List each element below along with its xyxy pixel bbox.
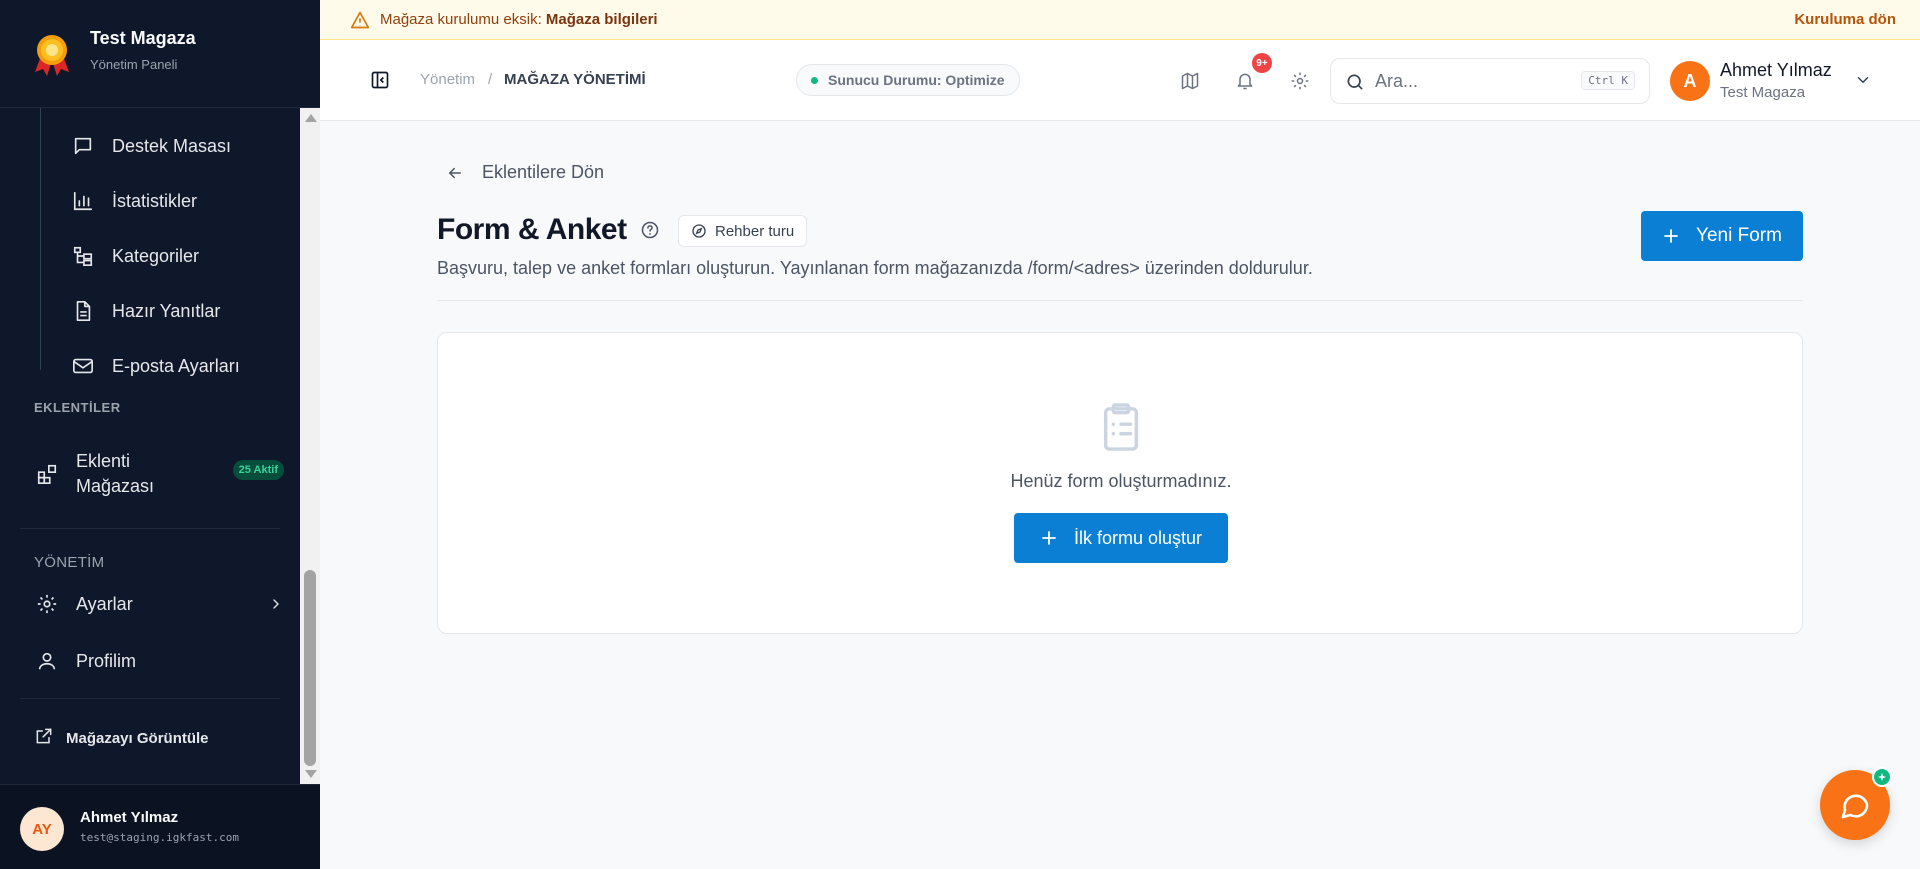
sidebar-nav: Destek Masası İstatistikler Kategoriler … [0,108,300,784]
sidebar-item-label: Profilim [76,650,137,671]
sidebar-item-email-settings[interactable]: E-posta Ayarları [70,346,290,386]
new-form-label: Yeni Form [1696,225,1782,246]
sidebar-item-label: İstatistikler [112,190,198,211]
external-link-icon [34,726,54,750]
status-dot-icon [811,76,818,84]
map-icon[interactable] [1178,69,1202,93]
brand: Test Magaza Yönetim Paneli [0,0,320,108]
sidebar-toggle-icon[interactable] [370,70,390,95]
sidebar-item-label: Destek Masası [112,135,232,156]
avatar: AY [20,807,64,851]
bar-chart-icon [70,188,96,214]
sidebar-item-categories[interactable]: Kategoriler [70,236,290,276]
section-label-plugins: EKLENTİLER [34,400,121,415]
scroll-up-arrow[interactable] [305,114,317,122]
warning-triangle-icon [350,10,370,30]
plugin-store-label-line1: Eklenti [76,451,131,471]
sidebar-item-plugin-store[interactable]: Eklenti Mağazası 25 Aktif [34,448,284,500]
search-shortcut-hint: Ctrl K [1581,71,1635,90]
active-count-badge: 25 Aktif [232,460,284,480]
sidebar-item-label: Eklenti Mağazası [76,449,154,499]
notification-count-badge: 9+ [1252,53,1272,73]
sidebar-item-label: Hazır Yanıtlar [112,300,221,321]
sidebar: Test Magaza Yönetim Paneli Destek Masası… [0,0,320,869]
sidebar-scrollbar[interactable] [300,108,320,784]
plus-icon [1662,227,1680,245]
server-status-badge: Sunucu Durumu: Optimize [796,64,1020,96]
scroll-thumb[interactable] [304,570,316,766]
plugin-store-label-line2: Mağazası [76,476,155,496]
alert-message: Mağaza kurulumu eksik: Mağaza bilgileri [380,11,658,28]
sidebar-item-settings[interactable]: Ayarlar [34,584,284,624]
empty-state-message: Henüz form oluşturmadınız. [1010,471,1232,491]
search-icon [1345,72,1365,97]
folder-tree-icon [70,243,96,269]
return-to-setup-link[interactable]: Kuruluma dön [1794,11,1896,28]
clipboard-list-icon [1098,403,1144,458]
user-icon [34,648,60,674]
breadcrumb-current: MAĞAZA YÖNETİMİ [504,71,646,88]
message-square-icon [70,133,96,159]
back-to-plugins-link[interactable]: Eklentilere Dön [446,162,604,183]
empty-state-card: Henüz form oluşturmadınız. İlk formu olu… [437,332,1803,634]
user-name: Ahmet Yılmaz [80,809,179,826]
sidebar-item-profile[interactable]: Profilim [34,641,284,681]
gear-icon [34,591,60,617]
guide-tour-label: Rehber turu [715,222,795,240]
create-first-form-button[interactable]: İlk formu oluştur [1014,513,1228,563]
view-store-link[interactable]: Mağazayı Görüntüle [34,726,209,750]
bell-icon[interactable] [1233,69,1257,93]
top-header: Yönetim / MAĞAZA YÖNETİMİ Sunucu Durumu:… [320,40,1920,121]
breadcrumb-home[interactable]: Yönetim [420,71,475,88]
breadcrumb-separator: / [488,71,493,88]
file-text-icon [70,298,96,324]
award-logo-icon [35,35,69,76]
view-store-label: Mağazayı Görüntüle [66,729,209,747]
setup-alert-bar: Mağaza kurulumu eksik: Mağaza bilgileri … [320,0,1920,40]
sidebar-item-support-desk[interactable]: Destek Masası [70,126,290,166]
page-description: Başvuru, talep ve anket formları oluştur… [437,258,1313,278]
sidebar-item-canned-replies[interactable]: Hazır Yanıtlar [70,291,290,331]
header-user-name[interactable]: Ahmet Yılmaz [1720,60,1832,81]
section-label-admin: YÖNETİM [34,554,105,571]
sidebar-item-statistics[interactable]: İstatistikler [70,181,290,221]
sidebar-item-label: E-posta Ayarları [112,355,240,376]
blocks-icon [34,461,60,487]
create-first-form-label: İlk formu oluştur [1073,527,1203,548]
sidebar-item-label: Kategoriler [112,245,200,266]
compass-icon [691,223,707,239]
scroll-down-arrow[interactable] [305,770,317,778]
back-link-label: Eklentilere Dön [482,162,605,182]
brand-subtitle: Yönetim Paneli [90,57,178,72]
brand-name: Test Magaza [90,28,196,48]
sparkle-icon [1872,767,1892,787]
avatar[interactable]: A [1670,61,1710,101]
sidebar-divider [20,528,280,529]
gear-icon[interactable] [1288,69,1312,93]
chevron-right-icon [268,596,284,617]
alert-emphasis: Mağaza bilgileri [545,11,658,28]
search-input[interactable] [1375,59,1575,103]
header-divider [437,300,1803,301]
sidebar-item-label: Ayarlar [76,593,133,614]
guide-tour-button[interactable]: Rehber turu [678,215,808,247]
alert-prefix: Mağaza kurulumu eksik: [380,11,546,28]
sidebar-user-card[interactable]: AY Ahmet Yılmaz test@staging.igkfast.com [0,784,320,869]
sidebar-divider [20,698,280,699]
submenu-guide-line [40,108,41,370]
chevron-down-icon[interactable] [1854,71,1872,94]
page-title: Form & Anket [437,213,627,246]
header-user-store: Test Magaza [1720,84,1806,101]
search-box[interactable]: Ctrl K [1330,58,1650,104]
arrow-left-icon [446,164,464,182]
help-circle-icon[interactable] [640,220,660,245]
message-circle-icon [1841,794,1869,819]
server-status-text: Sunucu Durumu: Optimize [828,72,1005,88]
mail-icon [70,353,96,379]
new-form-button[interactable]: Yeni Form [1641,211,1803,261]
plus-icon [1040,529,1058,547]
user-email: test@staging.igkfast.com [80,831,239,844]
